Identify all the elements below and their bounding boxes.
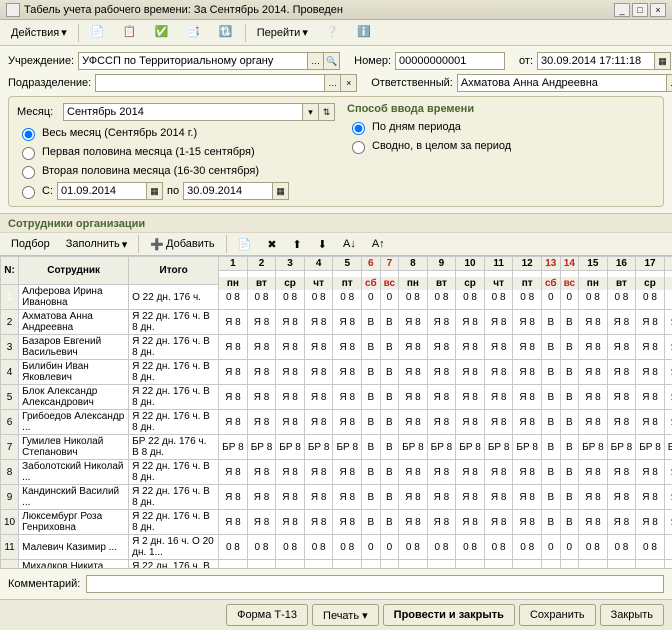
save-button[interactable]: Сохранить bbox=[519, 604, 596, 626]
copy-icon: 📋 bbox=[122, 25, 138, 41]
add-icon: 📄 bbox=[90, 25, 106, 41]
radio-by-days[interactable] bbox=[352, 122, 365, 135]
from-label: от: bbox=[519, 55, 533, 67]
footer-bar: Форма Т-13 Печать ▾ Провести и закрыть С… bbox=[0, 599, 672, 630]
month-label: Месяц: bbox=[17, 106, 59, 118]
grid-toolbar: Подбор Заполнить ▾ ➕ Добавить 📄 ✖ ⬆ ⬇ A↓… bbox=[0, 232, 672, 256]
copy-row-button[interactable]: 📄 bbox=[231, 234, 259, 254]
date-input[interactable] bbox=[537, 52, 655, 70]
table-row[interactable]: 3Базаров Евгений ВасильевичЯ 22 дн. 176 … bbox=[1, 335, 672, 360]
radio-full-month[interactable] bbox=[22, 128, 35, 141]
timesheet-grid[interactable]: N:СотрудникИтого123456789101112131415161… bbox=[0, 256, 672, 568]
window-title: Табель учета рабочего времени: За Сентяб… bbox=[24, 4, 343, 16]
to-c-label: по bbox=[167, 185, 179, 197]
maximize-button[interactable]: □ bbox=[632, 3, 648, 17]
tb-icon-5[interactable]: 🔃 bbox=[211, 23, 241, 43]
tb-icon-1[interactable]: 📄 bbox=[83, 23, 113, 43]
date-picker-button[interactable]: ▦ bbox=[655, 52, 671, 70]
resp-label: Ответственный: bbox=[371, 77, 453, 89]
sort-desc-button[interactable]: A↑ bbox=[365, 234, 392, 254]
employees-title: Сотрудники организации bbox=[0, 214, 672, 232]
date-to-picker[interactable]: ▦ bbox=[273, 182, 289, 200]
dept-clear-button[interactable]: × bbox=[341, 74, 357, 92]
tb-icon-3[interactable]: ✅ bbox=[147, 23, 177, 43]
delete-row-button[interactable]: ✖ bbox=[260, 234, 283, 254]
table-row[interactable]: 9Кандинский Василий ...Я 22 дн. 176 ч. В… bbox=[1, 485, 672, 510]
actions-menu[interactable]: Действия ▾ bbox=[4, 23, 74, 43]
number-label: Номер: bbox=[354, 55, 391, 67]
org-label: Учреждение: bbox=[8, 55, 74, 67]
dept-select-button[interactable]: … bbox=[325, 74, 341, 92]
date-from-picker[interactable]: ▦ bbox=[147, 182, 163, 200]
minimize-button[interactable]: _ bbox=[614, 3, 630, 17]
table-row[interactable]: 12Михалков Никита СергеевичЯ 22 дн. 176 … bbox=[1, 560, 672, 569]
table-row[interactable]: 4Билибин Иван ЯковлевичЯ 22 дн. 176 ч. В… bbox=[1, 360, 672, 385]
app-icon bbox=[6, 3, 20, 17]
table-row[interactable]: 2Ахматова Анна АндреевнаЯ 22 дн. 176 ч. … bbox=[1, 310, 672, 335]
close-form-button[interactable]: Закрыть bbox=[600, 604, 664, 626]
resp-input[interactable] bbox=[457, 74, 667, 92]
month-combo[interactable] bbox=[63, 103, 303, 121]
month-step-button[interactable]: ⇅ bbox=[319, 103, 335, 121]
podbor-button[interactable]: Подбор bbox=[4, 234, 57, 254]
move-up-button[interactable]: ⬆ bbox=[286, 234, 309, 254]
table-row[interactable]: 6Грибоедов Александр ...Я 22 дн. 176 ч. … bbox=[1, 410, 672, 435]
radio-summary[interactable] bbox=[352, 141, 365, 154]
tb-icon-7[interactable]: ℹ️ bbox=[349, 23, 379, 43]
move-down-button[interactable]: ⬇ bbox=[311, 234, 334, 254]
post-icon: ✅ bbox=[154, 25, 170, 41]
table-row[interactable]: 7Гумилев Николай СтепановичБР 22 дн. 176… bbox=[1, 435, 672, 460]
dept-input[interactable] bbox=[95, 74, 325, 92]
refresh-icon: 🔃 bbox=[218, 25, 234, 41]
tb-icon-6[interactable]: ❔ bbox=[317, 23, 347, 43]
input-mode-title: Способ ввода времени bbox=[347, 103, 655, 115]
header-form: Учреждение: … 🔍 Номер: от: ▦ Подразделен… bbox=[0, 46, 672, 214]
titlebar: Табель учета рабочего времени: За Сентяб… bbox=[0, 0, 672, 20]
tb-icon-4[interactable]: 📑 bbox=[179, 23, 209, 43]
radio-first-half[interactable] bbox=[22, 147, 35, 160]
sort-asc-button[interactable]: A↓ bbox=[336, 234, 363, 254]
dept-label: Подразделение: bbox=[8, 77, 91, 89]
comment-input[interactable] bbox=[86, 575, 664, 593]
table-row[interactable]: 10Люксембург Роза ГенриховнаЯ 22 дн. 176… bbox=[1, 510, 672, 535]
org-select-button[interactable]: … bbox=[308, 52, 324, 70]
org-open-button[interactable]: 🔍 bbox=[324, 52, 340, 70]
goto-menu[interactable]: Перейти ▾ bbox=[250, 23, 315, 43]
number-input[interactable] bbox=[395, 52, 505, 70]
post-close-button[interactable]: Провести и закрыть bbox=[383, 604, 515, 626]
help-icon: ❔ bbox=[324, 25, 340, 41]
form-t13-button[interactable]: Форма Т-13 bbox=[226, 604, 308, 626]
fill-menu[interactable]: Заполнить ▾ bbox=[59, 234, 135, 254]
date-from-input[interactable] bbox=[57, 182, 147, 200]
comment-label: Комментарий: bbox=[8, 578, 80, 590]
table-row[interactable]: 5Блок Александр АлександровичЯ 22 дн. 17… bbox=[1, 385, 672, 410]
org-input[interactable] bbox=[78, 52, 308, 70]
tb-icon-2[interactable]: 📋 bbox=[115, 23, 145, 43]
radio-custom-range[interactable] bbox=[22, 186, 35, 199]
add-row-button[interactable]: ➕ Добавить bbox=[143, 234, 221, 254]
table-row[interactable]: 11Малевич Казимир ...Я 2 дн. 16 ч. О 20 … bbox=[1, 535, 672, 560]
month-dropdown-button[interactable]: ▾ bbox=[303, 103, 319, 121]
close-button[interactable]: × bbox=[650, 3, 666, 17]
unpost-icon: 📑 bbox=[186, 25, 202, 41]
radio-second-half[interactable] bbox=[22, 166, 35, 179]
from-c-label: С: bbox=[42, 185, 53, 197]
date-to-input[interactable] bbox=[183, 182, 273, 200]
main-toolbar: Действия ▾ 📄 📋 ✅ 📑 🔃 Перейти ▾ ❔ ℹ️ bbox=[0, 20, 672, 46]
resp-select-button[interactable]: … bbox=[667, 74, 672, 92]
info-icon: ℹ️ bbox=[356, 25, 372, 41]
table-row[interactable]: 8Заболотский Николай ...Я 22 дн. 176 ч. … bbox=[1, 460, 672, 485]
print-menu[interactable]: Печать ▾ bbox=[312, 604, 379, 626]
